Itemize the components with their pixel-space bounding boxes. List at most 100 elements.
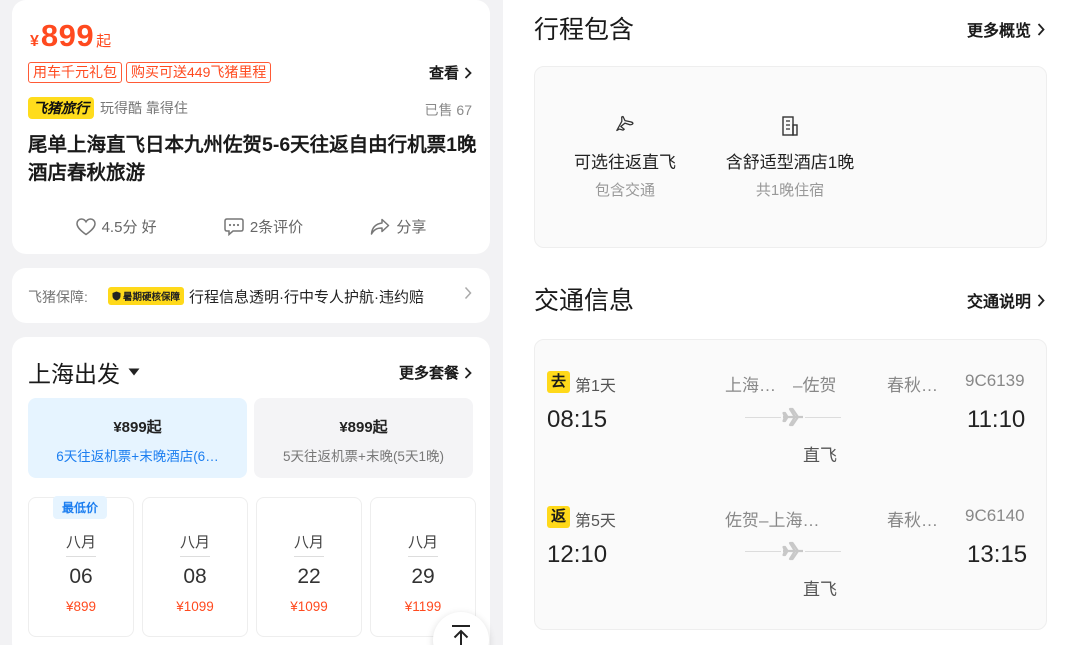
heart-icon bbox=[75, 217, 96, 235]
package-option-selected[interactable]: ¥899起 6天往返机票+末晚酒店(6… bbox=[28, 398, 247, 478]
hotel-icon bbox=[782, 116, 798, 136]
plane-icon bbox=[781, 406, 805, 428]
left-panel: ¥ 899 起 用车千元礼包 购买可送449飞猪里程 查看 飞猪旅行 玩得酷 靠… bbox=[0, 0, 503, 645]
segment-badge: 去 bbox=[547, 371, 570, 393]
right-panel: 行程包含 更多概览 可选往返直飞 包含交通 含舒适型酒店1晚 共1晚住宿 交通信… bbox=[503, 0, 1080, 645]
view-label: 查看 bbox=[428, 65, 459, 82]
comment-icon bbox=[224, 217, 244, 236]
divider bbox=[66, 556, 96, 557]
sold-count: 已售 67 bbox=[424, 102, 472, 118]
date-day: 29 bbox=[411, 565, 435, 588]
segment-type: 直飞 bbox=[803, 580, 837, 599]
caret-down-icon bbox=[128, 368, 140, 376]
itinerary-title: 行程包含 bbox=[534, 16, 635, 44]
price: ¥ 899 起 bbox=[30, 18, 111, 54]
date-option[interactable]: 最低价 八月 06 ¥899 bbox=[28, 496, 134, 637]
date-price: ¥899 bbox=[65, 599, 97, 614]
date-month: 八月 bbox=[407, 534, 438, 551]
plane-icon bbox=[616, 115, 634, 132]
rating-button[interactable]: 4.5分 好 bbox=[75, 216, 157, 237]
share-button[interactable]: 分享 bbox=[370, 216, 426, 237]
departure-selector[interactable]: 上海出发 bbox=[28, 355, 140, 389]
segment-day: 第1天 bbox=[575, 378, 616, 395]
date-option[interactable]: 八月 08 ¥1099 bbox=[142, 497, 248, 637]
arrow-up-icon bbox=[452, 625, 470, 645]
price-suffix: 起 bbox=[96, 33, 112, 50]
lowest-price-badge: 最低价 bbox=[53, 496, 108, 519]
date-month: 八月 bbox=[179, 534, 210, 551]
divider bbox=[294, 556, 324, 557]
guarantee-label: 飞猪保障: bbox=[28, 289, 88, 305]
price-value: 899 bbox=[40, 18, 95, 53]
price-symbol: ¥ bbox=[30, 33, 39, 50]
itinerary-item-sub: 共1晚住宿 bbox=[755, 182, 825, 199]
share-icon bbox=[371, 218, 390, 235]
itinerary-more-label: 更多概览 bbox=[966, 23, 1031, 40]
product-card: ¥ 899 起 用车千元礼包 购买可送449飞猪里程 查看 飞猪旅行 玩得酷 靠… bbox=[12, 0, 490, 254]
segment-arrival-time: 13:15 bbox=[967, 541, 1028, 568]
flight-segment[interactable]: 去 第1天 上海… –佐贺 春秋… 9C6139 08:15 11:10 直飞 bbox=[535, 340, 1046, 470]
chevron-right-icon bbox=[1037, 22, 1045, 36]
date-month: 八月 bbox=[293, 534, 324, 551]
transport-more-link[interactable]: 交通说明 bbox=[967, 288, 1045, 312]
date-option[interactable]: 八月 22 ¥1099 bbox=[256, 497, 362, 637]
date-price: ¥1099 bbox=[176, 599, 214, 614]
package-price: ¥899起 bbox=[113, 419, 162, 436]
promo-tag[interactable]: 购买可送449飞猪里程 bbox=[126, 62, 272, 83]
date-price: ¥1099 bbox=[290, 599, 328, 614]
itinerary-item: 可选往返直飞 包含交通 bbox=[565, 115, 685, 200]
chevron-right-icon bbox=[464, 286, 472, 300]
chevron-right-icon bbox=[464, 366, 472, 379]
itinerary-item-sub: 包含交通 bbox=[594, 182, 655, 199]
itinerary-item-main: 可选往返直飞 bbox=[574, 153, 676, 172]
share-label: 分享 bbox=[396, 219, 427, 236]
action-bar: 4.5分 好 2条评价 分享 bbox=[12, 216, 490, 237]
segment-airline: 春秋… bbox=[887, 376, 938, 395]
itinerary-more-link[interactable]: 更多概览 bbox=[967, 17, 1045, 41]
segment-flight-number: 9C6140 bbox=[965, 506, 1025, 525]
view-link[interactable]: 查看 bbox=[429, 62, 472, 83]
segment-route: 佐贺–上海… bbox=[725, 511, 820, 530]
date-day: 06 bbox=[69, 565, 93, 588]
reviews-button[interactable]: 2条评价 bbox=[224, 216, 303, 237]
segment-type: 直飞 bbox=[803, 446, 837, 465]
chevron-right-icon bbox=[1037, 293, 1045, 307]
promo-tag[interactable]: 用车千元礼包 bbox=[28, 62, 122, 83]
segment-route: 上海… –佐贺 bbox=[725, 376, 837, 395]
transport-title: 交通信息 bbox=[534, 287, 635, 315]
package-desc: 6天往返机票+末晚酒店(6… bbox=[56, 449, 219, 464]
packages-card: 上海出发 更多套餐 ¥899起 6天往返机票+末晚酒店(6… ¥899起 5天往… bbox=[12, 337, 490, 645]
package-price: ¥899起 bbox=[339, 419, 388, 436]
guarantee-badge-text: 暑期硬核保障 bbox=[123, 292, 181, 303]
chevron-right-icon bbox=[464, 66, 472, 79]
divider bbox=[408, 556, 438, 557]
date-day: 08 bbox=[183, 565, 207, 588]
more-packages-link[interactable]: 更多套餐 bbox=[399, 362, 472, 383]
segment-arrival-time: 11:10 bbox=[967, 406, 1026, 433]
segment-departure-time: 08:15 bbox=[547, 406, 608, 433]
rating-label: 4.5分 好 bbox=[101, 219, 157, 236]
guarantee-badge: 暑期硬核保障 bbox=[108, 287, 185, 305]
plane-icon bbox=[781, 540, 805, 562]
guarantee-text: 行程信息透明·行中专人护航·违约赔 bbox=[189, 289, 424, 306]
guarantee-bar[interactable]: 飞猪保障: 暑期硬核保障 行程信息透明·行中专人护航·违约赔 bbox=[12, 268, 490, 323]
package-option[interactable]: ¥899起 5天往返机票+末晚(5天1晚) bbox=[254, 398, 473, 478]
divider bbox=[180, 556, 210, 557]
itinerary-box: 可选往返直飞 包含交通 含舒适型酒店1晚 共1晚住宿 bbox=[534, 66, 1047, 248]
shield-icon bbox=[112, 291, 121, 301]
transport-more-label: 交通说明 bbox=[966, 294, 1031, 311]
brand-slogan: 玩得酷 靠得住 bbox=[100, 100, 188, 116]
segment-departure-time: 12:10 bbox=[547, 541, 608, 568]
transport-box: 去 第1天 上海… –佐贺 春秋… 9C6139 08:15 11:10 直飞 … bbox=[534, 339, 1047, 630]
more-packages-label: 更多套餐 bbox=[398, 365, 459, 382]
promo-tags: 用车千元礼包 购买可送449飞猪里程 bbox=[28, 62, 272, 83]
segment-airline: 春秋… bbox=[887, 511, 938, 530]
brand-logo: 飞猪旅行 bbox=[28, 97, 94, 119]
flight-segment[interactable]: 返 第5天 佐贺–上海… 春秋… 9C6140 12:10 13:15 直飞 bbox=[535, 474, 1046, 604]
product-title: 尾单上海直飞日本九州佐贺5-6天往返自由行机票1晚酒店春秋旅游 bbox=[28, 134, 477, 184]
itinerary-item-main: 含舒适型酒店1晚 bbox=[725, 153, 855, 172]
departure-label: 上海出发 bbox=[28, 361, 120, 387]
reviews-label: 2条评价 bbox=[249, 219, 304, 236]
itinerary-item: 含舒适型酒店1晚 共1晚住宿 bbox=[710, 115, 870, 200]
brand-row: 飞猪旅行 玩得酷 靠得住 bbox=[28, 97, 188, 119]
